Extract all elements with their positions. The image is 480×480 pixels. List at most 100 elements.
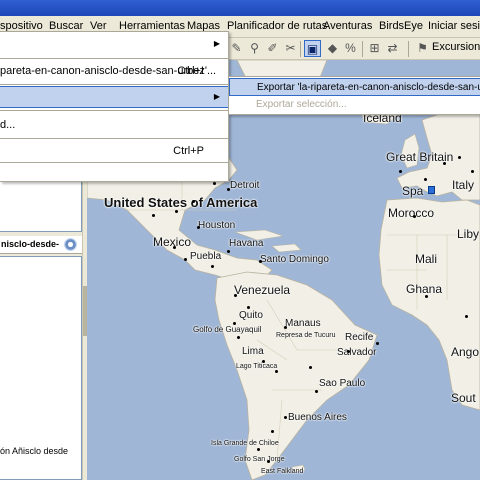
menu-item-import-track[interactable]: pareta-en-canon-anisclo-desde-san-urbez'… <box>0 60 228 82</box>
menu-separator <box>0 84 228 85</box>
map-label-angola: Ango <box>451 345 480 359</box>
menu-item-label: Exportar selección... <box>256 99 347 110</box>
toolbar-separator <box>408 41 409 57</box>
map-point[interactable] <box>271 430 274 433</box>
map-point[interactable] <box>425 295 428 298</box>
measure-icon[interactable]: ✐ <box>264 40 281 57</box>
map-label-united-states: United States of America <box>104 195 258 210</box>
map-point[interactable] <box>458 156 461 159</box>
menu-separator <box>0 162 228 163</box>
scissors-icon[interactable]: ✂ <box>282 40 299 57</box>
menu-item-ellipsis[interactable]: d... <box>0 114 228 136</box>
menu-separator <box>0 138 228 139</box>
menu-birdseye[interactable]: BirdsEye <box>379 20 423 32</box>
map-point[interactable] <box>197 226 200 229</box>
map-point[interactable] <box>399 170 402 173</box>
target-icon[interactable]: ⊞ <box>366 40 383 57</box>
map-point[interactable] <box>247 306 250 309</box>
map-point[interactable] <box>315 390 318 393</box>
map-label-mali: Mali <box>415 252 438 266</box>
activity-profile-label[interactable]: Excursionism <box>432 41 480 58</box>
window-title-bar <box>0 0 480 16</box>
map-point[interactable] <box>413 215 416 218</box>
map-point[interactable] <box>376 342 379 345</box>
map-point[interactable] <box>257 448 260 451</box>
menu-item-export-selection: Exportar selección... <box>229 96 480 114</box>
map-point[interactable] <box>173 246 176 249</box>
menu-aventuras[interactable]: Aventuras <box>323 20 372 32</box>
map-point[interactable] <box>211 265 214 268</box>
map-label-detroit: Detroit <box>230 180 260 191</box>
map-point[interactable] <box>347 350 350 353</box>
gear-icon[interactable] <box>64 238 77 251</box>
map-point[interactable] <box>192 200 195 203</box>
menu-separator <box>0 110 228 111</box>
track-list-item[interactable]: ón Añisclo desde <box>0 446 82 456</box>
map-label-lima: Lima <box>242 346 264 357</box>
map-point[interactable] <box>284 416 287 419</box>
hiker-icon[interactable]: ⚑ <box>414 40 431 57</box>
hispaniola-island <box>271 243 302 253</box>
map-point[interactable] <box>259 260 262 263</box>
toolbar-separator <box>300 41 301 57</box>
map-label-quito: Quito <box>239 310 263 321</box>
map-label-morocco: Morocco <box>388 206 435 220</box>
map-label-lago-titicaca: Lago Titicaca <box>236 363 278 370</box>
map-point[interactable] <box>175 210 178 213</box>
map-point[interactable] <box>184 258 187 261</box>
menu-item-shortcut: Ctrl+P <box>173 145 204 157</box>
map-point[interactable] <box>309 366 312 369</box>
map-point[interactable] <box>275 370 278 373</box>
map-point[interactable] <box>227 188 230 191</box>
map-label-italy: Italy <box>452 178 475 192</box>
map-label-buenos-aires: Buenos Aires <box>288 412 347 423</box>
layers-icon[interactable]: % <box>342 40 359 57</box>
map-label-golfo-san-jorge: Golfo San Jorge <box>234 456 285 463</box>
map-point[interactable] <box>443 162 446 165</box>
south-america-landmass <box>214 271 378 480</box>
export-submenu: Exportar 'la-ripareta-en-canon-anisclo-d… <box>228 76 480 115</box>
map-label-havana: Havana <box>229 238 264 249</box>
map-point[interactable] <box>465 315 468 318</box>
menu-planificador-rutas[interactable]: Planificador de rutas <box>227 20 327 32</box>
map-point[interactable] <box>424 178 427 181</box>
map-point[interactable] <box>284 326 287 329</box>
map-point[interactable] <box>262 360 265 363</box>
map-point[interactable] <box>471 170 474 173</box>
map-point[interactable] <box>233 322 236 325</box>
map-label-manaus: Manaus <box>285 318 321 329</box>
map-label-venezuela: Venezuela <box>234 283 291 297</box>
menu-item-print[interactable]: Ctrl+P <box>0 140 228 162</box>
map-point[interactable] <box>213 182 216 185</box>
toolbar: ✎ ⚲ ✐ ✂ ▣ ◆ % ⊞ ⇄ ⚑ Excursionism <box>228 38 480 60</box>
map-label-santo-domingo: Santo Domingo <box>260 254 329 265</box>
menu-separator <box>0 58 228 59</box>
map-label-houston: Houston <box>198 220 236 231</box>
pencil-icon[interactable]: ✎ <box>228 40 245 57</box>
3d-view-icon[interactable]: ◆ <box>324 40 341 57</box>
menu-item-export[interactable]: ▶ <box>0 86 228 108</box>
toolbar-separator <box>362 41 363 57</box>
map-label-isla-chiloe: Isla Grande de Chiloe <box>211 440 279 447</box>
menu-item-export-track[interactable]: Exportar 'la-ripareta-en-canon-anisclo-d… <box>229 78 480 96</box>
waypoint-marker-icon[interactable] <box>428 186 435 194</box>
map-point[interactable] <box>234 294 237 297</box>
menu-item-shortcut: Ctrl+I <box>177 65 204 77</box>
map-point[interactable] <box>237 336 240 339</box>
select-map-icon[interactable]: ▣ <box>304 40 321 57</box>
map-label-puebla: Puebla <box>190 251 222 262</box>
menu-iniciar-sesion[interactable]: Iniciar sesión <box>428 20 480 32</box>
submenu-arrow-icon: ▶ <box>213 92 220 101</box>
zoom-icon[interactable]: ⚲ <box>246 40 263 57</box>
map-label-ghana: Ghana <box>406 282 443 296</box>
menu-item-submenu[interactable]: ▶ <box>0 34 228 56</box>
map-label-spain: Spa <box>402 184 424 198</box>
map-point[interactable] <box>152 214 155 217</box>
sync-icon[interactable]: ⇄ <box>384 40 401 57</box>
file-menu-dropdown: ▶ pareta-en-canon-anisclo-desde-san-urbe… <box>0 31 229 182</box>
map-label-mexico: Mexico <box>153 235 192 249</box>
map-label-east-falkland: East Falkland <box>261 468 304 475</box>
map-point[interactable] <box>267 460 270 463</box>
map-point[interactable] <box>227 250 230 253</box>
map-label-libya: Liby <box>457 227 480 241</box>
